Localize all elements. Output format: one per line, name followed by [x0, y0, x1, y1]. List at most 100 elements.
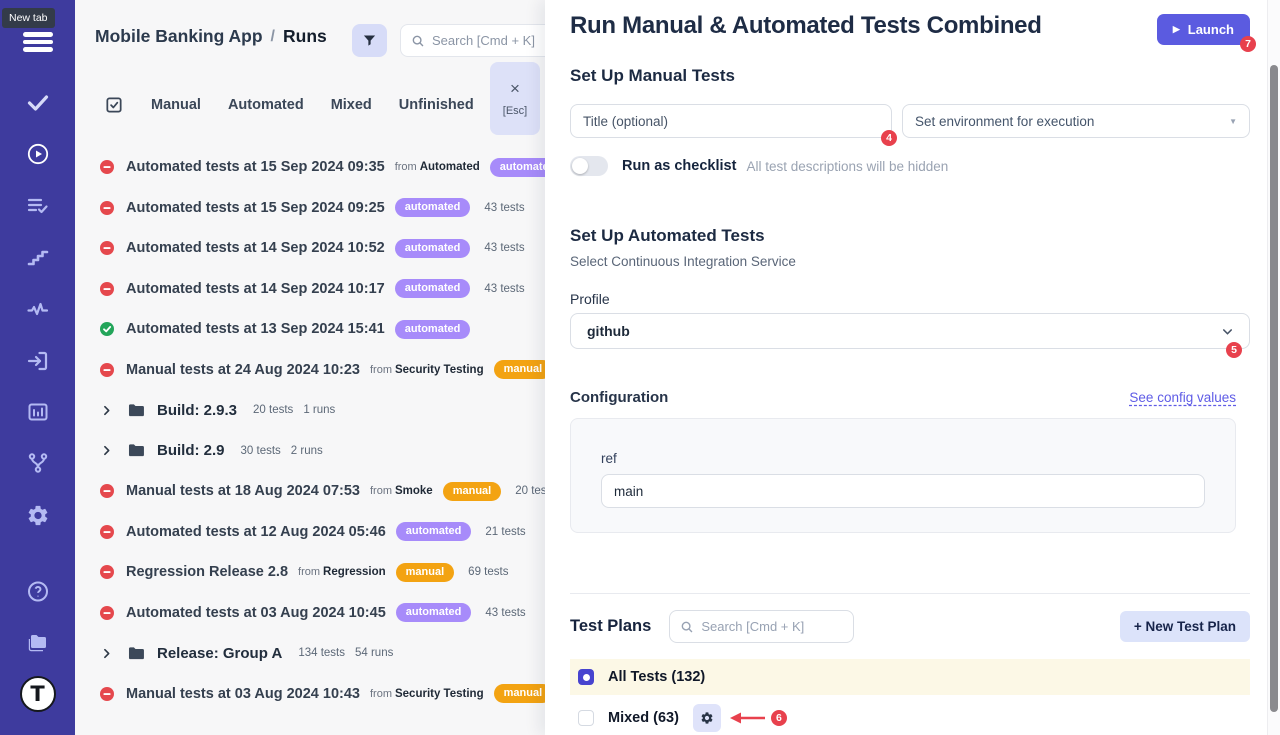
annotation-arrow-icon [729, 711, 767, 725]
breadcrumb-separator: / [271, 28, 275, 46]
automated-tests-heading: Set Up Automated Tests [570, 226, 1250, 246]
run-as-checklist-toggle[interactable] [570, 156, 608, 176]
run-tests-count: 43 tests [484, 283, 524, 295]
runs-search-input[interactable] [432, 33, 552, 48]
filter-button[interactable] [352, 24, 387, 57]
test-plan-row-mixed[interactable]: Mixed (63) 6 [570, 700, 1250, 735]
select-runs-icon[interactable] [104, 95, 124, 115]
chevron-right-icon[interactable] [100, 444, 113, 457]
run-title: Manual tests at 03 Aug 2024 10:43 [126, 686, 360, 702]
run-type-badge: automated [396, 522, 472, 541]
tab-mixed[interactable]: Mixed [331, 97, 372, 113]
manual-tests-heading: Set Up Manual Tests [570, 66, 1250, 86]
gear-icon [700, 711, 714, 725]
section-divider [570, 593, 1250, 594]
run-tests-count: 43 tests [485, 607, 525, 619]
annotation-badge-6: 6 [771, 710, 787, 726]
folder-icon [127, 441, 146, 460]
run-type-badge: manual [396, 563, 455, 582]
see-config-values-link[interactable]: See config values [1129, 390, 1236, 405]
run-title: Automated tests at 14 Sep 2024 10:17 [126, 281, 385, 297]
folder-runs-count: 2 runs [291, 445, 323, 457]
close-icon: × [510, 80, 520, 97]
breadcrumb: Mobile Banking App / Runs [95, 26, 327, 47]
checklist-hint: All test descriptions will be hidden [746, 159, 948, 174]
esc-hint: [Esc] [503, 105, 527, 117]
folder-title: Release: Group A [157, 645, 282, 662]
run-type-badge: automated [395, 279, 471, 298]
list-check-icon[interactable] [26, 194, 50, 218]
run-title: Manual tests at 18 Aug 2024 07:53 [126, 483, 360, 499]
ref-input[interactable] [601, 474, 1205, 508]
project-title[interactable]: Mobile Banking App [95, 26, 263, 47]
scrollbar-track[interactable] [1267, 0, 1280, 735]
chevron-right-icon[interactable] [100, 404, 113, 417]
all-tests-checkbox[interactable] [578, 669, 594, 685]
hamburger-menu-icon[interactable] [26, 30, 50, 54]
run-source: fromSecurity Testing [370, 364, 484, 376]
run-type-badge: automated [395, 320, 471, 339]
close-panel-button[interactable]: × [Esc] [490, 62, 540, 135]
run-type-badge: manual [443, 482, 502, 501]
check-icon[interactable] [26, 90, 50, 114]
tab-unfinished[interactable]: Unfinished [399, 97, 474, 113]
folders-icon[interactable] [26, 631, 50, 655]
test-plans-search[interactable] [669, 610, 854, 643]
ref-label: ref [601, 451, 1205, 466]
steps-icon[interactable] [26, 245, 50, 269]
search-icon [680, 620, 694, 634]
folder-tests-count: 30 tests [241, 445, 281, 457]
launch-button[interactable]: ▶ Launch 7 [1157, 14, 1250, 45]
tab-automated[interactable]: Automated [228, 97, 304, 113]
git-branch-icon[interactable] [26, 451, 50, 475]
new-tab-tooltip: New tab [2, 8, 55, 28]
folder-title: Build: 2.9 [157, 442, 225, 459]
status-failed-icon [100, 525, 114, 539]
bar-chart-icon[interactable] [26, 400, 50, 424]
run-tests-count: 21 tests [485, 526, 525, 538]
profile-select[interactable]: github [570, 313, 1250, 349]
run-source: fromSecurity Testing [370, 688, 484, 700]
scrollbar-thumb[interactable] [1270, 65, 1278, 712]
test-plans-search-input[interactable] [701, 619, 836, 634]
activity-pulse-icon[interactable] [26, 297, 50, 321]
status-passed-icon [100, 322, 114, 336]
folder-runs-count: 1 runs [303, 404, 335, 416]
sign-in-icon[interactable] [26, 349, 50, 373]
app-logo[interactable]: T [20, 676, 56, 712]
folder-title: Build: 2.9.3 [157, 402, 237, 419]
launch-drawer: Run Manual & Automated Tests Combined ▶ … [545, 0, 1280, 735]
run-tests-count: 69 tests [468, 566, 508, 578]
mixed-checkbox[interactable] [578, 710, 594, 726]
environment-select[interactable]: Set environment for execution ▼ [902, 104, 1250, 138]
test-plan-row-all-tests[interactable]: All Tests (132) [570, 659, 1250, 695]
tabs-bar: Manual Automated Mixed Unfinished [104, 88, 474, 122]
run-source: fromAutomated [395, 161, 480, 173]
new-test-plan-button[interactable]: + New Test Plan [1120, 611, 1250, 642]
annotation-badge-7: 7 [1240, 36, 1256, 52]
status-failed-icon [100, 282, 114, 296]
launch-label: Launch [1188, 22, 1234, 37]
test-plans-heading: Test Plans [570, 617, 651, 636]
status-failed-icon [100, 241, 114, 255]
run-title: Automated tests at 15 Sep 2024 09:25 [126, 200, 385, 216]
run-title-input[interactable] [570, 104, 892, 138]
chevron-right-icon[interactable] [100, 647, 113, 660]
run-tests-count: 43 tests [484, 202, 524, 214]
mixed-settings-button[interactable] [693, 704, 721, 732]
ci-subheading: Select Continuous Integration Service [570, 254, 1250, 269]
status-failed-icon [100, 606, 114, 620]
status-failed-icon [100, 201, 114, 215]
play-circle-icon[interactable] [26, 142, 50, 166]
gear-icon[interactable] [26, 503, 50, 527]
environment-placeholder: Set environment for execution [915, 114, 1094, 129]
run-type-badge: automated [395, 198, 471, 217]
checklist-label: Run as checklist [622, 158, 736, 174]
tab-manual[interactable]: Manual [151, 97, 201, 113]
status-failed-icon [100, 363, 114, 377]
run-title: Automated tests at 13 Sep 2024 15:41 [126, 321, 385, 337]
run-title: Automated tests at 03 Aug 2024 10:45 [126, 605, 386, 621]
caret-down-icon: ▼ [1229, 117, 1237, 126]
run-title: Automated tests at 12 Aug 2024 05:46 [126, 524, 386, 540]
help-circle-icon[interactable] [26, 579, 50, 603]
